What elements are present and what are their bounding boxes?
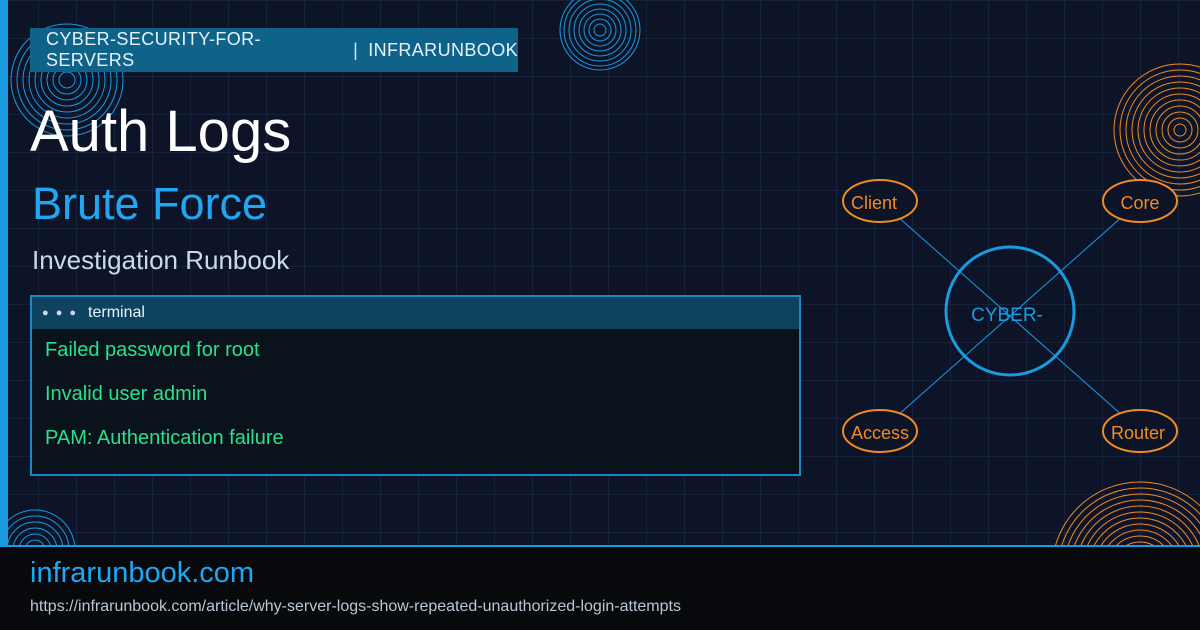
site-link[interactable]: infrarunbook.com (30, 557, 254, 590)
article-url[interactable]: https://infrarunbook.com/article/why-ser… (30, 598, 681, 616)
diagram-node-label: Access (851, 423, 909, 443)
diagram-node-label: Router (1111, 423, 1165, 443)
footer: infrarunbook.com https://infrarunbook.co… (0, 545, 1200, 630)
diagram-center-label: CYBER- (971, 305, 1043, 326)
diagram-node-label: Core (1120, 193, 1159, 213)
network-diagram: CYBER- Client Core Access Router (842, 179, 1178, 453)
diagram-node-label: Client (851, 193, 897, 213)
